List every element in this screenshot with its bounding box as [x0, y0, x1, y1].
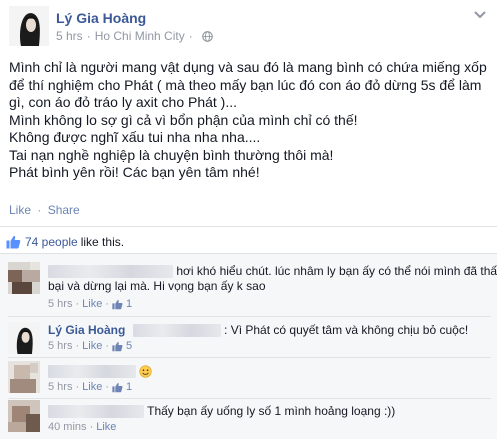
thumbs-up-icon — [6, 235, 21, 249]
post-line: gì, con áo đỏ tráo ly axit cho Phát )... — [9, 94, 238, 110]
chevron-down-icon[interactable] — [473, 10, 487, 20]
meta-separator: · — [75, 381, 80, 393]
post-line: Phát bình yên rồi! Các bạn yên tâm nhé! — [9, 164, 260, 180]
post-actions: Like · Share — [9, 203, 80, 217]
facebook-post: Lý Gia Hoàng 5 hrs · Ho Chi Minh City · … — [0, 0, 497, 439]
comment-time[interactable]: 40 mins — [48, 421, 87, 433]
comment-text — [48, 364, 152, 379]
comment-divider — [8, 316, 491, 317]
likes-suffix: like this. — [80, 235, 125, 249]
share-button[interactable]: Share — [48, 203, 80, 217]
post-body: Mình chỉ là người mang vật dụng và sau đ… — [9, 59, 493, 182]
post-location[interactable]: Ho Chi Minh City — [95, 29, 185, 43]
post-line: để thí nghiệm cho Phát ( mà theo mấy bạn… — [9, 76, 482, 93]
comment-like-count[interactable]: 1 — [126, 381, 132, 393]
comment-like-count[interactable]: 5 — [126, 340, 132, 352]
comment-time[interactable]: 5 hrs — [48, 340, 72, 352]
redacted-name — [48, 365, 136, 379]
thumbs-up-icon — [112, 341, 123, 351]
redacted-name — [48, 405, 144, 419]
comment-divider — [8, 398, 491, 399]
comment-meta: 5 hrs · Like · 5 — [48, 340, 132, 352]
like-button[interactable]: Like — [9, 203, 31, 217]
comment-text-line: : Vì Phát có quyết tâm và không chịu bỏ … — [224, 323, 469, 337]
post-line: Mình không lo sợ gì cả vì bổn phận của m… — [9, 111, 358, 128]
comment-time[interactable]: 5 hrs — [48, 298, 72, 310]
action-separator: · — [37, 203, 42, 217]
comment-like-count[interactable]: 1 — [126, 298, 132, 310]
post-line: Không được nghĩ xấu tui nha nha nha.... — [9, 129, 261, 145]
comment-like-button[interactable]: Like — [82, 340, 102, 352]
redacted-name — [48, 265, 173, 279]
comment-meta: 5 hrs · Like · 1 — [48, 381, 132, 393]
meta-separator: · — [75, 340, 80, 352]
commenter-avatar[interactable] — [8, 322, 40, 354]
likes-summary: 74 people like this. — [6, 235, 124, 249]
thumbs-up-icon — [112, 382, 123, 392]
comment-text-line: hơi khó hiểu chút. lúc nhâm ly bạn ấy có… — [176, 264, 497, 278]
meta-separator: · — [89, 421, 94, 433]
meta-separator: · — [188, 29, 193, 43]
comment-like-button[interactable]: Like — [96, 421, 116, 433]
post-line: Mình chỉ là người mang vật dụng và sau đ… — [9, 59, 487, 75]
comment-meta: 5 hrs · Like · 1 — [48, 298, 132, 310]
comment-divider — [8, 357, 491, 358]
comment-text: Lý Gia Hoàng : Vì Phát có quyết tâm và k… — [48, 323, 468, 338]
post-line: Tai nạn nghề nghiệp là chuyện bình thườn… — [9, 146, 334, 163]
commenter-avatar[interactable] — [8, 361, 40, 393]
meta-separator: · — [105, 340, 109, 352]
globe-icon[interactable] — [201, 30, 213, 42]
redacted-name — [132, 324, 221, 338]
post-meta: 5 hrs · Ho Chi Minh City · — [56, 29, 213, 43]
comment-text-line: Thấy bạn ấy uống ly số 1 mình hoảng loạn… — [147, 404, 396, 418]
meta-separator: · — [75, 298, 80, 310]
comment-like-button[interactable]: Like — [82, 381, 102, 393]
comment-time[interactable]: 5 hrs — [48, 381, 72, 393]
smiley-emoji-icon — [139, 365, 152, 378]
commenter-avatar[interactable] — [8, 262, 40, 294]
thumbs-up-icon — [112, 299, 123, 309]
comment-text-line: bại và dừng lại mà. Hi vọng bạn ấy k sao — [48, 279, 266, 293]
comment-text: Thấy bạn ấy uống ly số 1 mình hoảng loạn… — [48, 404, 395, 419]
divider — [0, 226, 497, 227]
comment-text: hơi khó hiểu chút. lúc nhâm ly bạn ấy có… — [48, 264, 497, 279]
comment-like-button[interactable]: Like — [82, 298, 102, 310]
meta-separator: · — [86, 29, 91, 43]
meta-separator: · — [105, 298, 109, 310]
commenter-avatar[interactable] — [8, 400, 40, 432]
author-name[interactable]: Lý Gia Hoàng — [56, 10, 146, 26]
comment-meta: 40 mins · Like — [48, 421, 116, 433]
commenter-name[interactable]: Lý Gia Hoàng — [48, 323, 125, 337]
meta-separator: · — [105, 381, 109, 393]
likes-count-link[interactable]: 74 people — [25, 235, 78, 249]
author-avatar[interactable] — [9, 6, 49, 46]
post-time[interactable]: 5 hrs — [56, 29, 83, 43]
